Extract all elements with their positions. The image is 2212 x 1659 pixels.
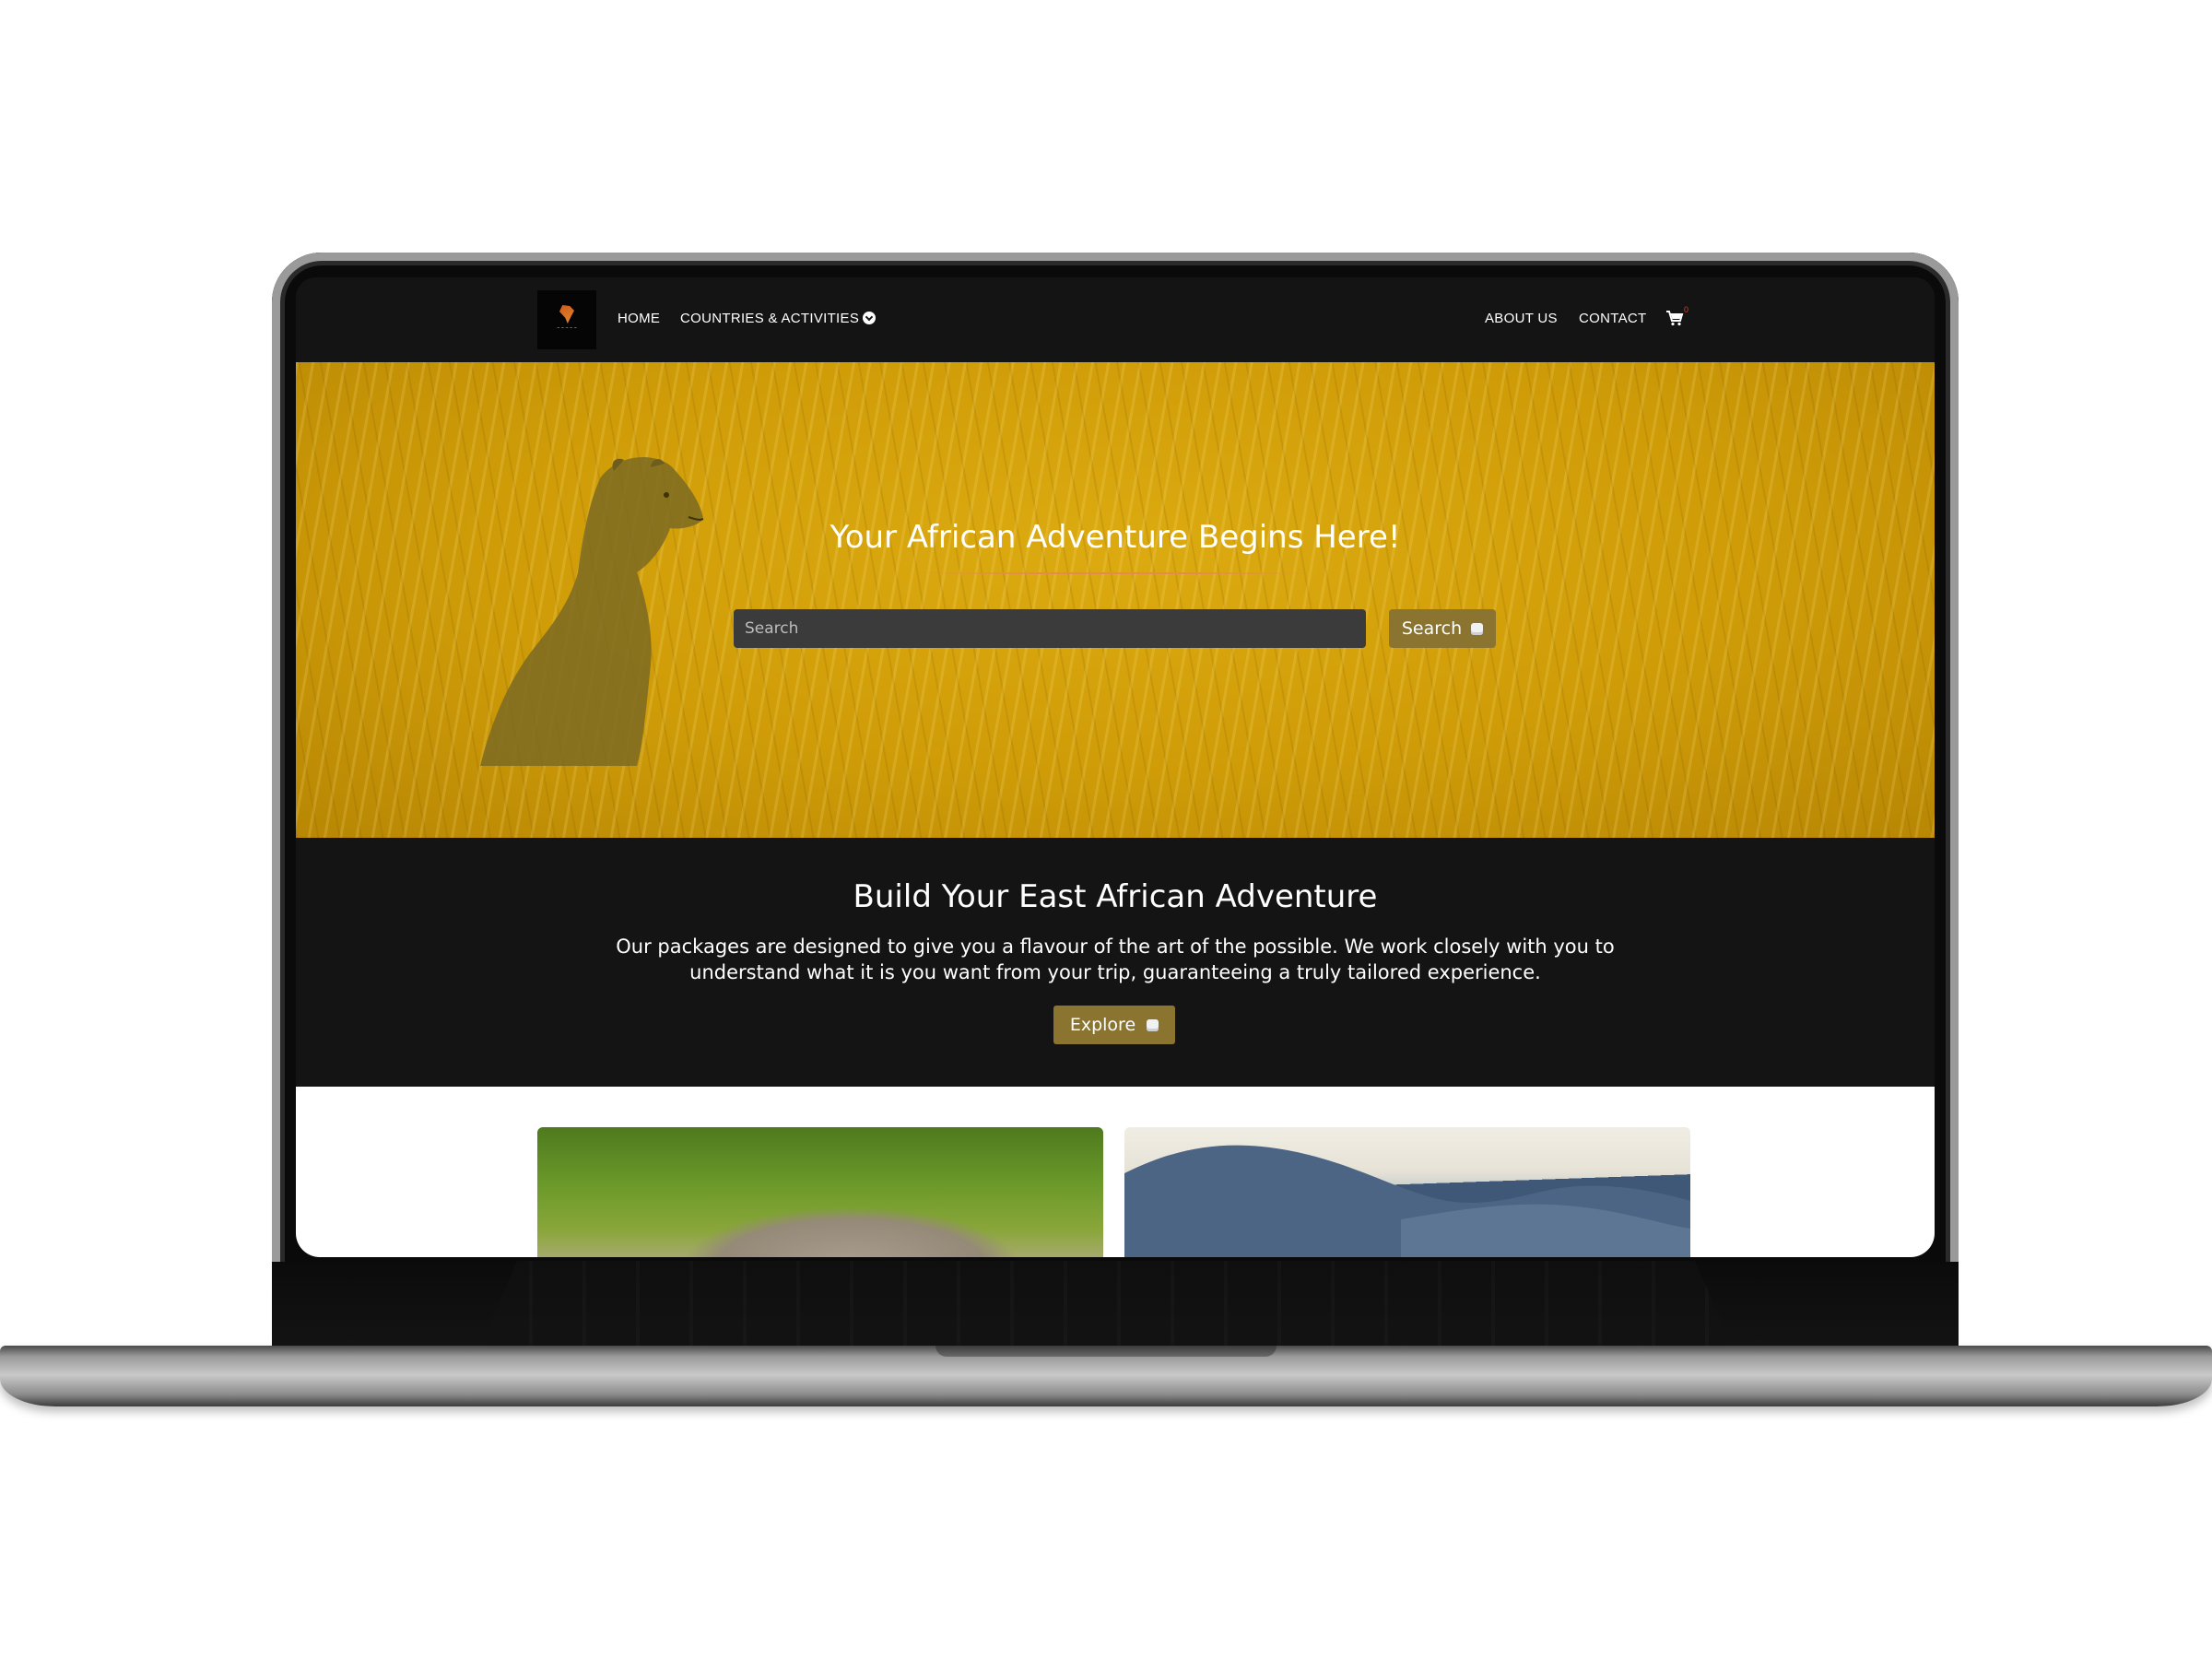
section-title: Build Your East African Adventure [853,878,1378,915]
lioness-image [480,457,704,766]
build-adventure-section: Build Your East African Adventure Our pa… [296,838,1935,1087]
search-button[interactable]: Search [1389,609,1496,648]
nav-about-us[interactable]: ABOUT US [1485,311,1558,326]
elephant-card-image[interactable] [537,1127,1103,1257]
square-icon [1147,1018,1159,1031]
logo-brand-text: ~ ~ ~ ~ ~ [557,325,577,330]
explore-button[interactable]: Explore [1053,1006,1175,1044]
square-icon [1471,622,1484,635]
nav-contact[interactable]: CONTACT [1579,311,1646,326]
search-button-label: Search [1401,618,1463,639]
destination-cards [296,1087,1935,1257]
nav-countries-activities[interactable]: COUNTRIES & ACTIVITIES [680,311,877,326]
site-logo[interactable]: ~ ~ ~ ~ ~ [537,290,596,349]
mountain-card-image[interactable] [1124,1127,1690,1257]
keyboard-reflection [479,1261,1733,1349]
section-description: Our packages are designed to give you a … [616,935,1615,983]
nav-countries-label: COUNTRIES & ACTIVITIES [680,311,860,326]
nav-home[interactable]: HOME [618,311,660,326]
laptop-notch [935,1346,1277,1357]
search-input[interactable] [734,609,1366,648]
explore-button-label: Explore [1069,1015,1136,1035]
cart-icon[interactable] [1665,310,1684,326]
chevron-down-icon [863,312,877,324]
hero-title-underline [921,572,1308,574]
laptop-screen: ~ ~ ~ ~ ~ HOME COUNTRIES & ACTIVITIES AB… [296,277,1935,1257]
navbar: ~ ~ ~ ~ ~ HOME COUNTRIES & ACTIVITIES AB… [296,277,1935,362]
hero-banner: Your African Adventure Begins Here! Sear… [296,362,1935,838]
hero-title: Your African Adventure Begins Here! [830,519,1401,556]
mountain-landscape-image [1124,1145,1690,1257]
cart-count-badge: 0 [1684,305,1689,314]
africa-map-icon [559,305,574,324]
